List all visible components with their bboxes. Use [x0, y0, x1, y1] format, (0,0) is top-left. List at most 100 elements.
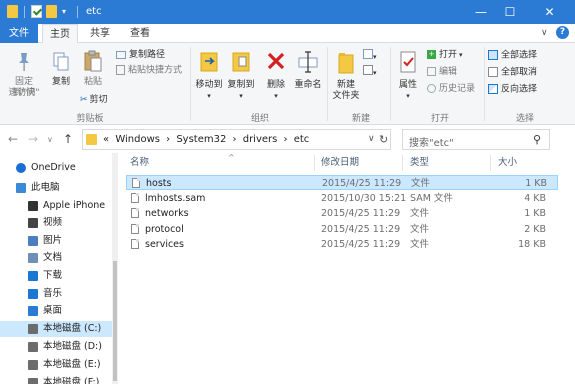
tab-file[interactable]: 文件: [0, 24, 38, 43]
copy-path-button[interactable]: 复制路径: [116, 50, 165, 61]
easy-access-icon: [363, 65, 373, 75]
move-to-dropdown-icon: ▾: [207, 92, 211, 100]
column-divider[interactable]: [402, 155, 403, 171]
file-row[interactable]: networks 2015/4/25 11:29 文件 1 KB: [126, 206, 558, 221]
file-row[interactable]: lmhosts.sam 2015/10/30 15:21 SAM 文件 4 KB: [126, 191, 558, 206]
search-input[interactable]: 搜索"etc" ⚲: [402, 129, 550, 150]
search-icon[interactable]: ⚲: [533, 133, 541, 146]
file-size: 18 KB: [518, 239, 546, 250]
easy-access-button[interactable]: ▾: [363, 65, 377, 79]
breadcrumb-etc[interactable]: etc: [294, 134, 310, 145]
delete-label: 删除: [266, 80, 285, 90]
move-to-label: 移动到: [195, 80, 223, 90]
nav-item[interactable]: 视频: [0, 215, 112, 231]
nav-item[interactable]: 本地磁盘 (F:): [0, 375, 112, 384]
history-button[interactable]: 历史记录: [427, 84, 475, 95]
address-dropdown-button[interactable]: ∨: [368, 134, 375, 144]
column-header-name[interactable]: 名称 ^: [130, 153, 235, 171]
select-all-label: 全部选择: [501, 50, 538, 61]
column-header-type[interactable]: 类型: [410, 155, 429, 171]
nav-item[interactable]: OneDrive: [0, 160, 112, 176]
breadcrumb-separator[interactable]: ›: [166, 134, 170, 145]
nav-item-label: 图片: [43, 235, 63, 246]
new-folder-icon[interactable]: [46, 5, 57, 18]
folder-icon[interactable]: [7, 5, 18, 18]
minimize-button[interactable]: —: [466, 0, 496, 24]
maximize-button[interactable]: ☐: [495, 0, 525, 24]
nav-item[interactable]: 此电脑: [0, 180, 112, 196]
recent-locations-button[interactable]: ∨: [47, 135, 53, 144]
nav-item[interactable]: 本地磁盘 (C:): [0, 321, 112, 337]
move-to-icon: [200, 52, 218, 72]
file-date: 2015/4/25 11:29: [322, 178, 402, 189]
nav-item[interactable]: 本地磁盘 (E:): [0, 357, 112, 373]
column-divider[interactable]: [490, 155, 491, 171]
select-none-label: 全部取消: [501, 67, 538, 78]
paste-shortcut-button[interactable]: 粘贴快捷方式: [116, 65, 182, 77]
column-header-date[interactable]: 修改日期: [321, 155, 359, 171]
nav-item[interactable]: 桌面: [0, 303, 112, 319]
file-row[interactable]: protocol 2015/4/25 11:29 文件 2 KB: [126, 222, 558, 237]
file-date: 2015/4/25 11:29: [321, 208, 401, 219]
nav-item[interactable]: 图片: [0, 233, 112, 249]
file-row[interactable]: services 2015/4/25 11:29 文件 18 KB: [126, 237, 558, 252]
nav-item[interactable]: Apple iPhone: [0, 198, 112, 214]
breadcrumb-drivers[interactable]: drivers: [243, 134, 278, 145]
music-icon: [28, 289, 38, 299]
cut-button[interactable]: ✂ 剪切: [80, 95, 108, 106]
file-icon: [132, 178, 140, 188]
new-item-dropdown-icon: ▾: [373, 53, 377, 61]
documents-icon: [28, 253, 38, 263]
open-button[interactable]: + 打开 ▾: [427, 50, 463, 61]
tab-home[interactable]: 主页: [42, 24, 78, 44]
breadcrumb-separator[interactable]: ›: [233, 134, 237, 145]
drive-icon: [28, 360, 38, 370]
column-header-size[interactable]: 大小: [498, 155, 517, 171]
nav-item-label: Apple iPhone: [43, 200, 106, 211]
nav-item[interactable]: 文档: [0, 250, 112, 266]
breadcrumb-system32[interactable]: System32: [176, 134, 226, 145]
navigation-scrollbar-thumb[interactable]: [113, 261, 117, 381]
file-icon: [131, 208, 139, 218]
tab-share[interactable]: 共享: [82, 24, 118, 43]
up-button[interactable]: ↑: [63, 132, 73, 146]
address-bar[interactable]: « Windows › System32 › drivers › etc ∨ ↻: [82, 129, 391, 150]
computer-icon: [16, 183, 26, 193]
breadcrumb-overflow[interactable]: «: [103, 134, 109, 145]
copy-label: 复制: [51, 77, 70, 87]
edit-icon: [427, 67, 436, 76]
select-none-button[interactable]: 全部取消: [488, 67, 537, 79]
ribbon-collapse-icon[interactable]: ∨: [541, 28, 548, 38]
file-type: 文件: [411, 178, 431, 189]
nav-item[interactable]: 下载: [0, 268, 112, 284]
nav-item-label: 本地磁盘 (F:): [43, 377, 100, 384]
forward-button[interactable]: →: [28, 132, 38, 146]
open-dropdown-icon: ▾: [459, 51, 463, 59]
help-icon[interactable]: ?: [556, 26, 569, 39]
video-icon: [28, 218, 38, 228]
new-item-button[interactable]: ▾: [363, 49, 377, 63]
edit-button[interactable]: 编辑: [427, 67, 457, 78]
breadcrumb-separator[interactable]: ›: [284, 134, 288, 145]
properties-check-icon[interactable]: [31, 5, 42, 18]
column-divider[interactable]: [314, 155, 315, 171]
breadcrumb-windows[interactable]: Windows: [115, 134, 160, 145]
drive-icon: [28, 378, 38, 384]
select-all-button[interactable]: 全部选择: [488, 50, 537, 62]
invert-selection-button[interactable]: 反向选择: [488, 84, 537, 96]
tab-view[interactable]: 查看: [122, 24, 158, 43]
file-name: networks: [145, 208, 189, 219]
refresh-button[interactable]: ↻: [379, 133, 388, 146]
window-title: etc: [86, 6, 102, 17]
file-name: services: [145, 239, 184, 250]
quick-access-dropdown[interactable]: ▾: [62, 7, 66, 16]
properties-icon: [400, 51, 416, 73]
close-button[interactable]: ✕: [527, 0, 572, 24]
nav-item[interactable]: 本地磁盘 (D:): [0, 339, 112, 355]
back-button[interactable]: ←: [8, 132, 18, 146]
file-row[interactable]: hosts 2015/4/25 11:29 文件 1 KB: [126, 175, 558, 190]
folder-icon: [86, 134, 97, 145]
copy-to-dropdown-icon: ▾: [239, 92, 243, 100]
nav-item[interactable]: 音乐: [0, 286, 112, 302]
file-list-scrollbar[interactable]: [558, 153, 575, 384]
